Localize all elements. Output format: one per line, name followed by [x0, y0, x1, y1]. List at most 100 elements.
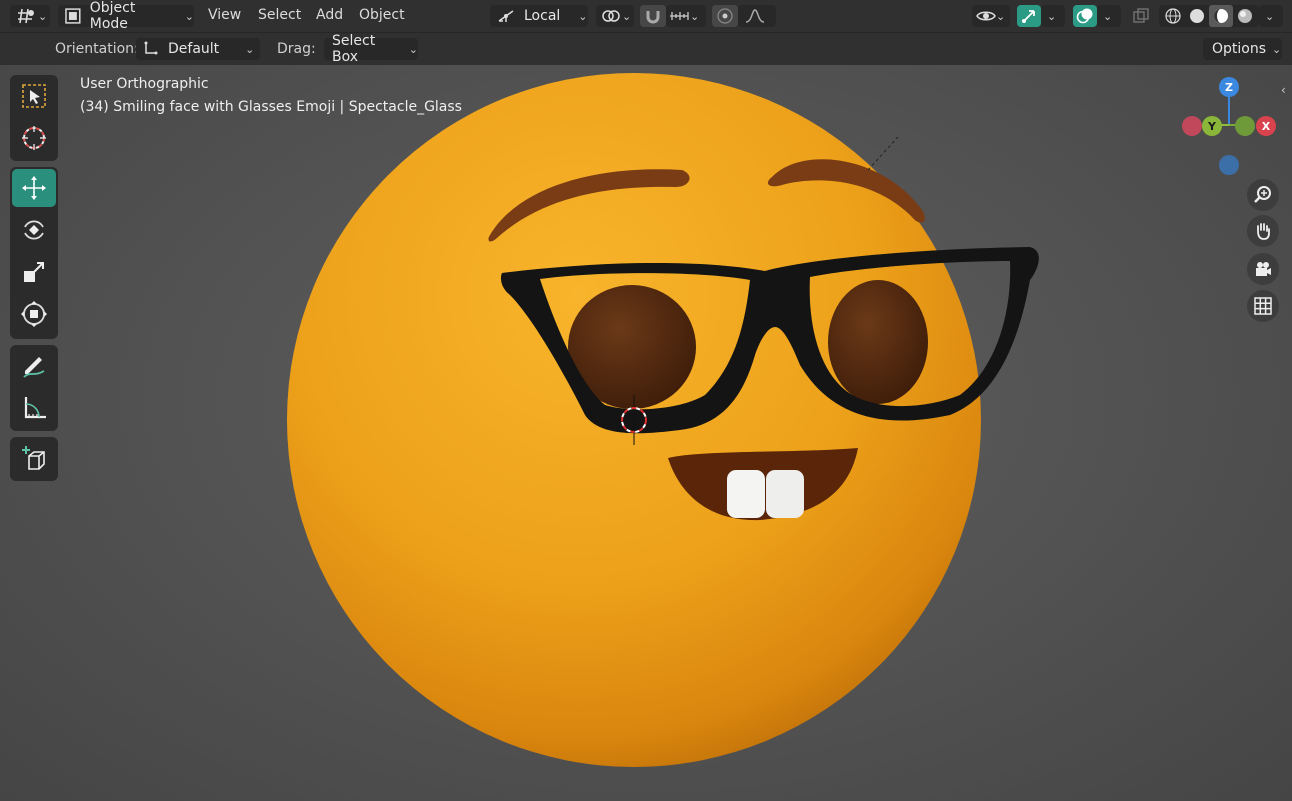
hand-icon: [1257, 223, 1270, 240]
transform-icon: [21, 301, 47, 327]
show-overlays-toggle[interactable]: [1073, 5, 1097, 27]
annotate-tool[interactable]: [12, 347, 56, 385]
left-tooth: [727, 470, 765, 518]
transform-orientation-label: Local: [524, 8, 561, 24]
wireframe-shading-button[interactable]: [1161, 5, 1185, 27]
menu-add[interactable]: Add: [316, 7, 343, 23]
transform-orientation-dropdown[interactable]: Local ⌄: [490, 5, 588, 27]
scale-icon: [24, 262, 44, 282]
proportional-falloff-dropdown[interactable]: [738, 5, 776, 27]
gizmo-options-dropdown[interactable]: ⌄: [1041, 5, 1065, 27]
navigation-gizmo[interactable]: Z Y X: [1176, 73, 1286, 183]
proportional-editing-toggle[interactable]: [712, 5, 738, 27]
overlays-options-dropdown[interactable]: ⌄: [1097, 5, 1121, 27]
transform-tool[interactable]: [12, 295, 56, 333]
tool-settings-bar: Orientation: Default ⌄ Drag: Select Box …: [0, 33, 1292, 65]
toggle-perspective-button[interactable]: [1247, 290, 1279, 322]
shading-modes: [1159, 5, 1259, 27]
overlays-icon: [1076, 8, 1093, 24]
editor-type-button[interactable]: ⌄: [10, 5, 50, 27]
gizmo-neg-z-axis[interactable]: [1219, 155, 1239, 175]
snap-target-dropdown[interactable]: ⌄: [666, 5, 706, 27]
rendered-sphere-icon: [1238, 9, 1252, 23]
shading-options-dropdown[interactable]: ⌄: [1259, 5, 1283, 27]
toolbar-group-annotate: [10, 345, 58, 431]
move-tool[interactable]: [12, 169, 56, 207]
chevron-down-icon: ⌄: [622, 9, 632, 23]
gizmo-icon: [1022, 10, 1035, 23]
snap-increment-icon: [670, 12, 689, 20]
xray-icon: [1133, 8, 1149, 23]
xray-toggle[interactable]: [1130, 5, 1152, 27]
rendered-shading-button[interactable]: [1233, 5, 1257, 27]
chevron-down-icon: ⌄: [408, 42, 418, 56]
viewport-header: ⌄ Object Mode ⌄ View Select Add Object L…: [0, 0, 1292, 33]
chevron-down-icon: ⌄: [578, 9, 588, 23]
chevron-down-icon: ⌄: [1047, 9, 1057, 23]
orientation-dropdown[interactable]: Default ⌄: [136, 38, 260, 60]
gizmo-neg-y-axis[interactable]: [1235, 116, 1255, 136]
toolbar-group-add: [10, 437, 58, 481]
3d-viewport[interactable]: User Orthographic (34) Smiling face with…: [0, 65, 1292, 801]
orientation-label: Orientation:: [55, 41, 139, 57]
chevron-down-icon: ⌄: [184, 9, 194, 23]
pivot-link-icon: [602, 10, 620, 22]
chevron-down-icon: ⌄: [38, 9, 48, 23]
chevron-down-icon: ⌄: [245, 42, 255, 56]
add-cube-tool[interactable]: [12, 440, 56, 478]
3d-cursor-tool-icon: [22, 126, 46, 150]
solid-shading-button[interactable]: [1185, 5, 1209, 27]
view-name: User Orthographic: [80, 76, 209, 92]
empty-axis-line: [867, 136, 899, 171]
select-box-tool[interactable]: [12, 77, 56, 115]
rotate-tool[interactable]: [12, 211, 56, 249]
snap-toggle[interactable]: [640, 5, 666, 27]
object-visibility-dropdown[interactable]: ⌄: [972, 5, 1010, 27]
drag-dropdown[interactable]: Select Box ⌄: [324, 33, 418, 65]
viewport-grid-icon: [18, 8, 34, 24]
select-box-icon: [22, 84, 46, 108]
pivot-point-dropdown[interactable]: ⌄: [596, 5, 634, 27]
right-eye: [828, 280, 928, 404]
toolbar-group-select: [10, 75, 58, 161]
drag-value: Select Box: [332, 33, 376, 65]
material-preview-shading-button[interactable]: [1209, 5, 1233, 27]
cursor-tool[interactable]: [12, 119, 56, 157]
eye-icon: [976, 11, 996, 21]
measure-ruler-icon: [24, 397, 46, 419]
grid-icon: [1254, 297, 1272, 315]
toolbar-group-transform: [10, 167, 58, 339]
annotate-pencil-icon: [23, 357, 45, 378]
mode-dropdown[interactable]: Object Mode ⌄: [58, 0, 194, 32]
scale-tool[interactable]: [12, 253, 56, 291]
gizmo-x-axis[interactable]: X: [1256, 116, 1276, 136]
falloff-curve-icon: [745, 9, 765, 23]
magnet-icon: [646, 11, 660, 24]
chevron-down-icon: ⌄: [690, 9, 700, 23]
zoom-button[interactable]: [1247, 179, 1279, 211]
add-cube-icon: [22, 446, 45, 470]
pan-button[interactable]: [1247, 215, 1279, 247]
mode-label: Object Mode: [89, 0, 136, 32]
emoji-model: [287, 73, 1039, 767]
local-axes-icon: [498, 10, 514, 22]
options-label: Options: [1212, 41, 1267, 57]
menu-object[interactable]: Object: [359, 7, 405, 23]
rotate-icon: [24, 220, 44, 240]
show-gizmo-toggle[interactable]: [1017, 5, 1041, 27]
sidebar-toggle-arrow[interactable]: ‹: [1281, 83, 1292, 99]
gizmo-neg-x-axis[interactable]: [1182, 116, 1202, 136]
toolbar: [10, 75, 58, 485]
menu-view[interactable]: View: [208, 7, 241, 23]
chevron-down-icon: ⌄: [1265, 9, 1275, 23]
gizmo-y-axis[interactable]: Y: [1202, 116, 1222, 136]
options-dropdown[interactable]: Options ⌄: [1203, 38, 1282, 60]
camera-icon: [1256, 262, 1271, 276]
measure-tool[interactable]: [12, 389, 56, 427]
object-mode-icon: [65, 8, 81, 24]
gizmo-z-axis[interactable]: Z: [1219, 77, 1239, 97]
orientation-value: Default: [168, 41, 220, 57]
menu-select[interactable]: Select: [258, 7, 301, 23]
camera-view-button[interactable]: [1247, 253, 1279, 285]
wireframe-sphere-icon: [1165, 8, 1181, 24]
